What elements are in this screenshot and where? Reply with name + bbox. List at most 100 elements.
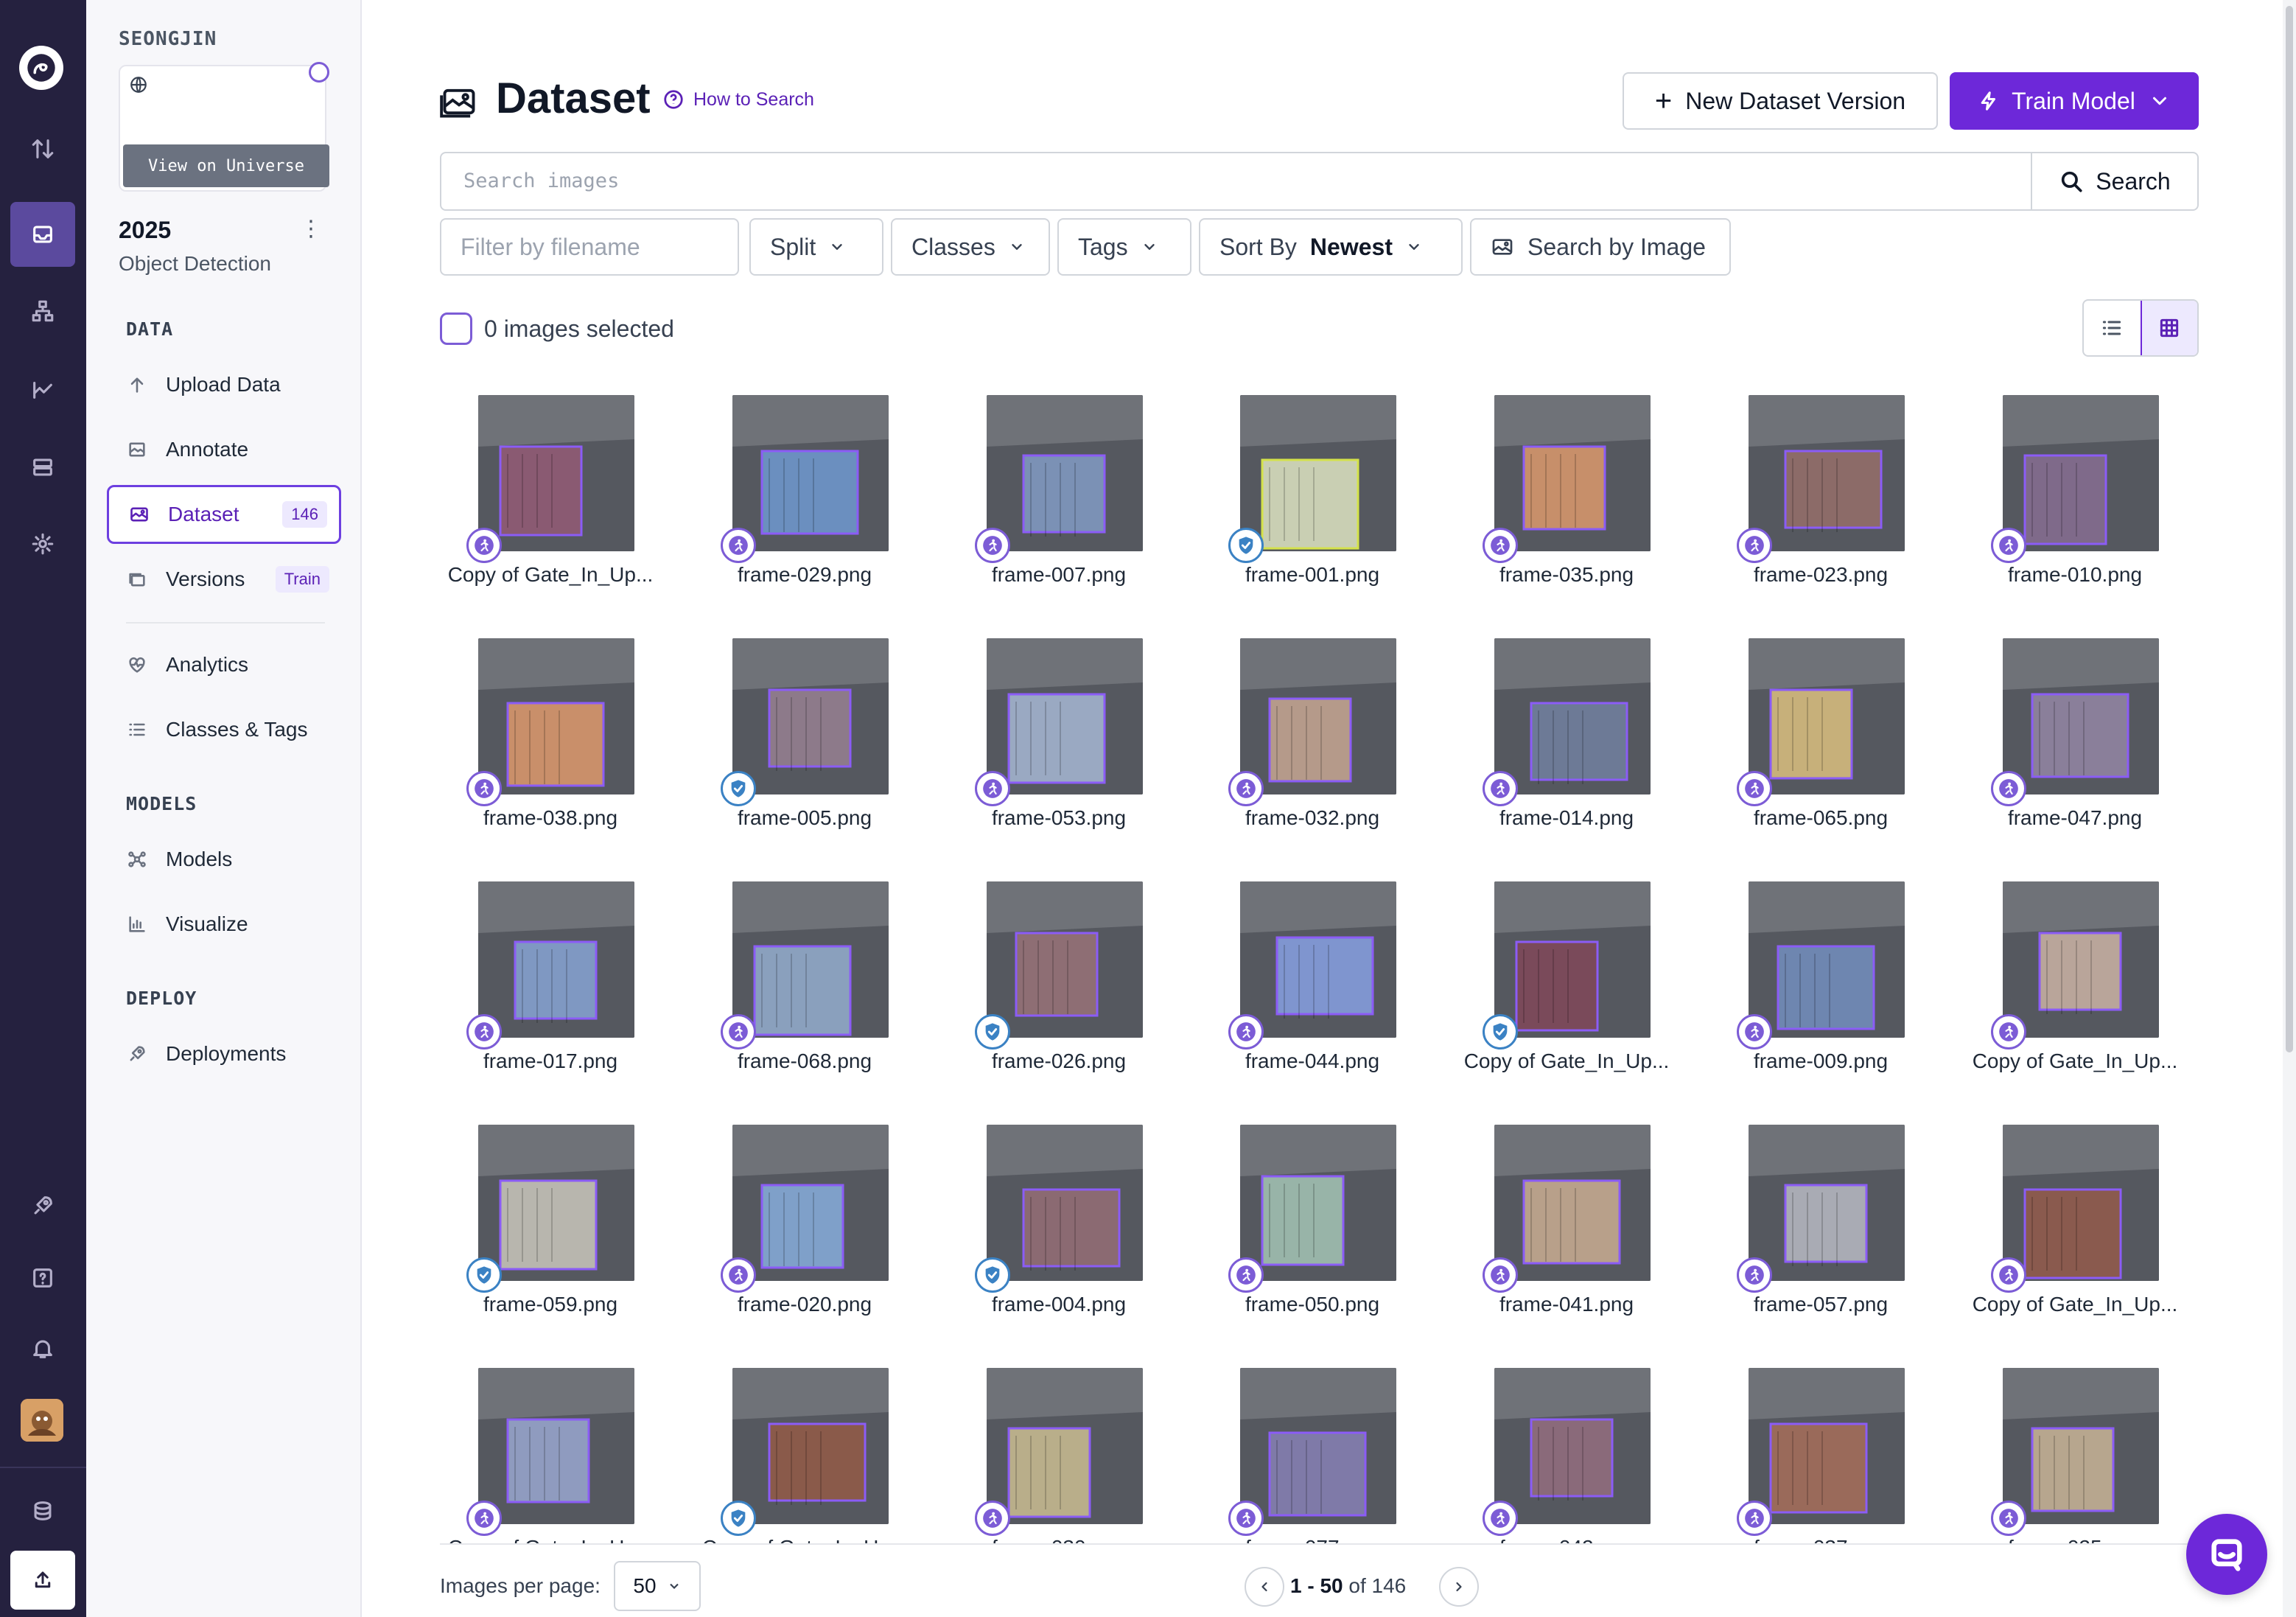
tags-dropdown[interactable]: Tags [1057,218,1191,276]
image-thumbnail[interactable] [1749,1368,1905,1524]
image-card[interactable]: frame-077.png [1202,1356,1423,1543]
chat-support-button[interactable] [2186,1514,2267,1595]
list-view-button[interactable] [2084,301,2141,355]
image-thumbnail[interactable] [732,881,889,1038]
image-thumbnail[interactable] [478,638,634,794]
image-card[interactable]: frame-030.png [948,1356,1169,1543]
image-card[interactable]: frame-017.png [440,870,661,1113]
image-thumbnail[interactable] [732,1368,889,1524]
image-thumbnail[interactable] [2003,638,2159,794]
image-thumbnail[interactable] [1749,1125,1905,1281]
image-card[interactable]: frame-044.png [1202,870,1423,1113]
sidebar-item-versions[interactable]: Versions Train [107,550,341,609]
image-thumbnail[interactable] [1494,638,1651,794]
image-card[interactable]: frame-025.png [1964,1356,2185,1543]
image-card[interactable]: frame-026.png [948,870,1169,1113]
docs-icon[interactable] [10,1478,75,1543]
image-card[interactable]: frame-009.png [1710,870,1931,1113]
image-card[interactable]: frame-037.png [1710,1356,1931,1543]
image-thumbnail[interactable] [1240,1368,1396,1524]
next-page-button[interactable] [1439,1567,1479,1607]
image-card[interactable]: frame-057.png [1710,1113,1931,1356]
image-thumbnail[interactable] [732,638,889,794]
image-thumbnail[interactable] [987,1125,1143,1281]
image-card[interactable]: frame-053.png [948,626,1169,870]
search-by-image-button[interactable]: Search by Image [1470,218,1731,276]
image-thumbnail[interactable] [1749,638,1905,794]
image-thumbnail[interactable] [1240,1125,1396,1281]
rocket-icon[interactable] [10,1173,75,1238]
database-icon[interactable] [10,435,75,500]
sidebar-item-visualize[interactable]: Visualize [107,895,341,954]
sidebar-item-classes-tags[interactable]: Classes & Tags [107,700,341,759]
filename-filter-input[interactable]: Filter by filename [440,218,739,276]
roboflow-logo-icon[interactable] [19,46,63,90]
image-card[interactable]: frame-041.png [1456,1113,1677,1356]
image-thumbnail[interactable] [1749,395,1905,551]
inbox-icon[interactable] [10,202,75,267]
image-thumbnail[interactable] [987,1368,1143,1524]
image-thumbnail[interactable] [987,395,1143,551]
settings-icon[interactable] [10,511,75,576]
image-card[interactable]: frame-010.png [1964,383,2185,626]
image-card[interactable]: frame-047.png [1964,626,2185,870]
image-card[interactable]: frame-007.png [948,383,1169,626]
image-thumbnail[interactable] [987,638,1143,794]
image-card[interactable]: frame-014.png [1456,626,1677,870]
sidebar-item-deployments[interactable]: Deployments [107,1024,341,1083]
image-thumbnail[interactable] [478,881,634,1038]
image-thumbnail[interactable] [1240,881,1396,1038]
page-scrollbar[interactable] [2283,0,2296,1617]
image-thumbnail[interactable] [1494,1368,1651,1524]
image-thumbnail[interactable] [1494,881,1651,1038]
grid-view-button[interactable] [2140,301,2197,355]
image-card[interactable]: frame-035.png [1456,383,1677,626]
select-all-checkbox[interactable] [440,312,472,345]
sidebar-item-models[interactable]: Models [107,830,341,889]
sidebar-item-dataset[interactable]: Dataset 146 [107,485,341,544]
image-card[interactable]: frame-023.png [1710,383,1931,626]
bell-icon[interactable] [10,1316,75,1381]
sort-by-dropdown[interactable]: Sort By Newest [1199,218,1463,276]
user-avatar[interactable] [21,1399,63,1442]
image-card[interactable]: Copy of Gate_In_Up... [1964,1113,2185,1356]
image-thumbnail[interactable] [732,395,889,551]
image-card[interactable]: frame-032.png [1202,626,1423,870]
image-thumbnail[interactable] [987,881,1143,1038]
help-icon[interactable] [10,1246,75,1310]
workspace-name[interactable]: SEONGJIN [119,28,217,50]
image-card[interactable]: frame-065.png [1710,626,1931,870]
image-thumbnail[interactable] [1240,395,1396,551]
search-input[interactable]: Search images [463,170,619,192]
how-to-search-link[interactable]: How to Search [662,88,814,111]
image-card[interactable]: frame-020.png [694,1113,915,1356]
image-card[interactable]: Copy of Gate_In_Up... [1964,870,2185,1113]
image-thumbnail[interactable] [478,1125,634,1281]
analytics-icon[interactable] [10,357,75,422]
train-model-button[interactable]: Train Model [1950,72,2199,130]
new-dataset-version-button[interactable]: + New Dataset Version [1623,72,1938,130]
image-card[interactable]: frame-038.png [440,626,661,870]
classes-dropdown[interactable]: Classes [891,218,1050,276]
prev-page-button[interactable] [1245,1567,1284,1607]
workflow-icon[interactable] [10,279,75,343]
image-card[interactable]: frame-004.png [948,1113,1169,1356]
image-thumbnail[interactable] [478,1368,634,1524]
search-button[interactable]: Search [2031,153,2197,209]
image-thumbnail[interactable] [478,395,634,551]
image-thumbnail[interactable] [732,1125,889,1281]
project-menu-icon[interactable]: ⋮ [300,218,322,240]
view-on-universe-button[interactable]: View on Universe [123,144,329,187]
scrollbar-thumb[interactable] [2286,6,2293,1052]
image-card[interactable]: Copy of Gate_In_Up... [1456,870,1677,1113]
image-card[interactable]: Copy of Gate_In_Up... [440,383,661,626]
image-thumbnail[interactable] [2003,1125,2159,1281]
image-thumbnail[interactable] [1240,638,1396,794]
image-thumbnail[interactable] [1494,1125,1651,1281]
split-dropdown[interactable]: Split [749,218,883,276]
per-page-select[interactable]: 50 [614,1561,701,1611]
image-card[interactable]: Copy of Gate_In_Up... [694,1356,915,1543]
image-card[interactable]: frame-059.png [440,1113,661,1356]
image-card[interactable]: frame-001.png [1202,383,1423,626]
image-thumbnail[interactable] [2003,395,2159,551]
